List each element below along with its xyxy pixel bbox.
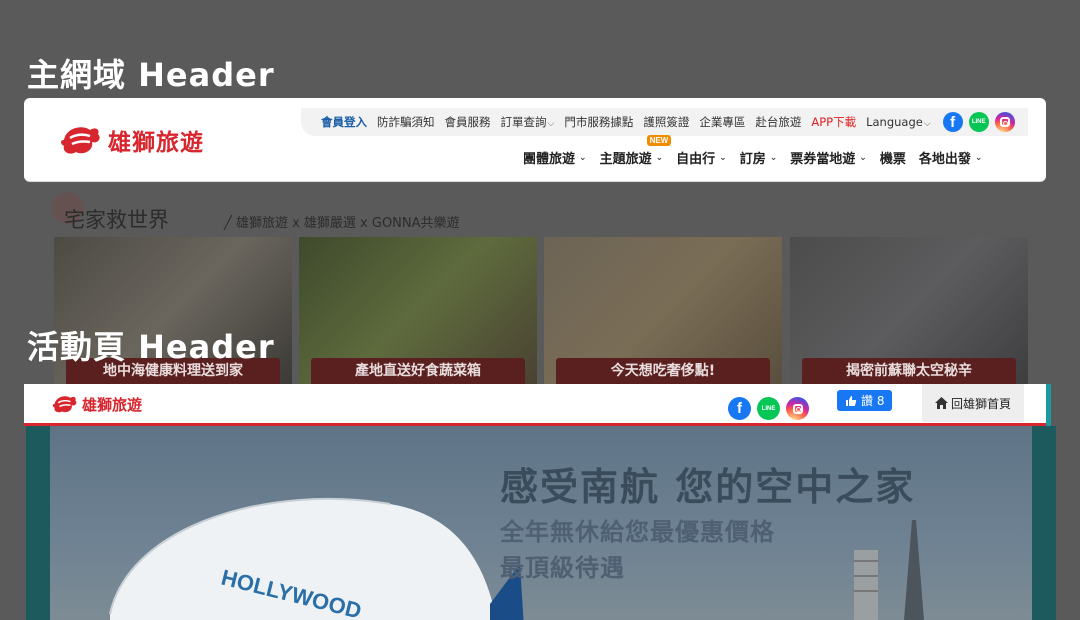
nav-label: 票券當地遊: [790, 152, 856, 167]
member-login-link[interactable]: 會員登入: [321, 114, 367, 130]
brand-logo[interactable]: 雄獅旅遊: [60, 122, 204, 158]
promo-card[interactable]: 今天想吃奢侈點!: [544, 237, 782, 384]
new-badge: NEW: [646, 135, 672, 146]
facebook-icon[interactable]: f: [728, 397, 751, 420]
promo-subtitle: ╱ 雄獅旅遊 x 雄獅嚴選 x GONNA共樂遊: [224, 216, 460, 231]
event-banner: HOLLYWOOD 感受南航 您的空中之家 全年無休給您最優惠價格 最頂級待遇: [26, 426, 1056, 620]
language-label: Language: [866, 115, 923, 129]
instagram-icon[interactable]: [786, 397, 809, 420]
main-nav: 團體旅遊 ⌄ 主題旅遊 ⌄ NEW 自由行 ⌄ 訂房 ⌄ 票券當地遊 ⌄ 機票 各地出發 ⌄: [523, 135, 995, 167]
landmark-illustration: [854, 520, 924, 620]
event-header: 雄獅旅遊 f LINE 讚 8 回雄獅首頁: [24, 384, 1051, 426]
inbound-travel-link[interactable]: 赴台旅遊: [755, 114, 801, 130]
thumbs-up-icon: [846, 395, 857, 406]
promo-card[interactable]: 產地直送好食蔬菜箱: [299, 237, 537, 384]
promo-card[interactable]: 揭密前蘇聯太空秘辛: [790, 237, 1028, 384]
nav-departures[interactable]: 各地出發 ⌄: [919, 148, 983, 167]
chevron-down-icon: ⌄: [579, 152, 587, 163]
app-download-link[interactable]: APP下載: [811, 114, 856, 130]
back-home-label: 回雄獅首頁: [950, 396, 1011, 411]
banner-tagline: 最頂級待遇: [500, 554, 625, 582]
facebook-icon[interactable]: f: [942, 112, 963, 132]
line-icon[interactable]: LINE: [757, 397, 780, 420]
brand-name: 雄獅旅遊: [82, 395, 143, 414]
line-icon[interactable]: LINE: [968, 112, 989, 132]
promo-title: 宅家救世界: [64, 208, 169, 232]
facebook-like-button[interactable]: 讚 8: [837, 390, 893, 411]
banner-headline: 感受南航 您的空中之家: [500, 465, 916, 509]
nav-free-travel[interactable]: 自由行 ⌄: [676, 148, 727, 167]
chevron-down-icon: ⌵: [923, 119, 931, 129]
main-header-label: 主網域 Header: [27, 56, 275, 94]
nav-flights[interactable]: 機票: [880, 148, 906, 167]
brand-name: 雄獅旅遊: [108, 130, 204, 156]
order-query-label: 訂單查詢: [500, 115, 547, 129]
facebook-like-label: 讚 8: [861, 394, 885, 408]
chevron-down-icon: ⌄: [769, 152, 778, 163]
lion-logo-icon: [61, 127, 100, 154]
promo-card-label: 揭密前蘇聯太空秘辛: [802, 358, 1016, 384]
back-home-button[interactable]: 回雄獅首頁: [922, 384, 1024, 422]
passport-visa-link[interactable]: 護照簽證: [643, 114, 689, 130]
enterprise-link[interactable]: 企業專區: [699, 114, 745, 130]
nav-label: 團體旅遊: [523, 152, 576, 167]
nav-tickets[interactable]: 票券當地遊 ⌄: [790, 148, 867, 167]
chevron-down-icon: ⌄: [655, 152, 664, 163]
home-icon: [934, 397, 948, 409]
chevron-down-icon: ⌵: [547, 119, 555, 129]
lion-logo-icon: [52, 396, 77, 413]
instagram-icon[interactable]: [994, 112, 1015, 132]
brand-logo[interactable]: 雄獅旅遊: [52, 393, 142, 415]
social-links: f LINE: [942, 112, 1015, 132]
chevron-down-icon: ⌄: [859, 152, 867, 163]
member-service-link[interactable]: 會員服務: [445, 114, 491, 130]
order-query-dropdown[interactable]: 訂單查詢⌵: [501, 114, 555, 130]
nav-label: 各地出發: [918, 152, 971, 167]
language-dropdown[interactable]: Language⌵: [866, 115, 931, 129]
utility-bar: 會員登入 防詐騙須知 會員服務 訂單查詢⌵ 門市服務據點 護照簽證 企業專區 赴…: [301, 108, 1028, 136]
nav-theme-tours[interactable]: 主題旅遊 ⌄ NEW: [599, 135, 672, 167]
airplane-illustration: HOLLYWOOD: [109, 497, 524, 620]
nav-label: 訂房: [739, 152, 766, 167]
chevron-down-icon: ⌄: [974, 152, 983, 163]
nav-label: 主題旅遊: [599, 152, 652, 167]
nav-group-tours[interactable]: 團體旅遊 ⌄: [523, 148, 587, 167]
main-header: 雄獅旅遊 會員登入 防詐騙須知 會員服務 訂單查詢⌵ 門市服務據點 護照簽證 企…: [24, 98, 1046, 182]
chevron-down-icon: ⌄: [719, 152, 727, 163]
promo-card-label: 今天想吃奢侈點!: [556, 358, 770, 384]
event-header-label: 活動頁 Header: [27, 328, 275, 366]
store-locations-link[interactable]: 門市服務據點: [564, 114, 633, 130]
anti-fraud-link[interactable]: 防詐騙須知: [377, 114, 435, 130]
promo-card-label: 產地直送好食蔬菜箱: [311, 358, 525, 384]
social-links: f LINE: [728, 397, 809, 420]
nav-label: 機票: [879, 152, 906, 167]
nav-label: 自由行: [676, 152, 716, 167]
banner-tagline: 全年無休給您最優惠價格: [500, 518, 775, 546]
nav-hotels[interactable]: 訂房 ⌄: [740, 148, 778, 167]
